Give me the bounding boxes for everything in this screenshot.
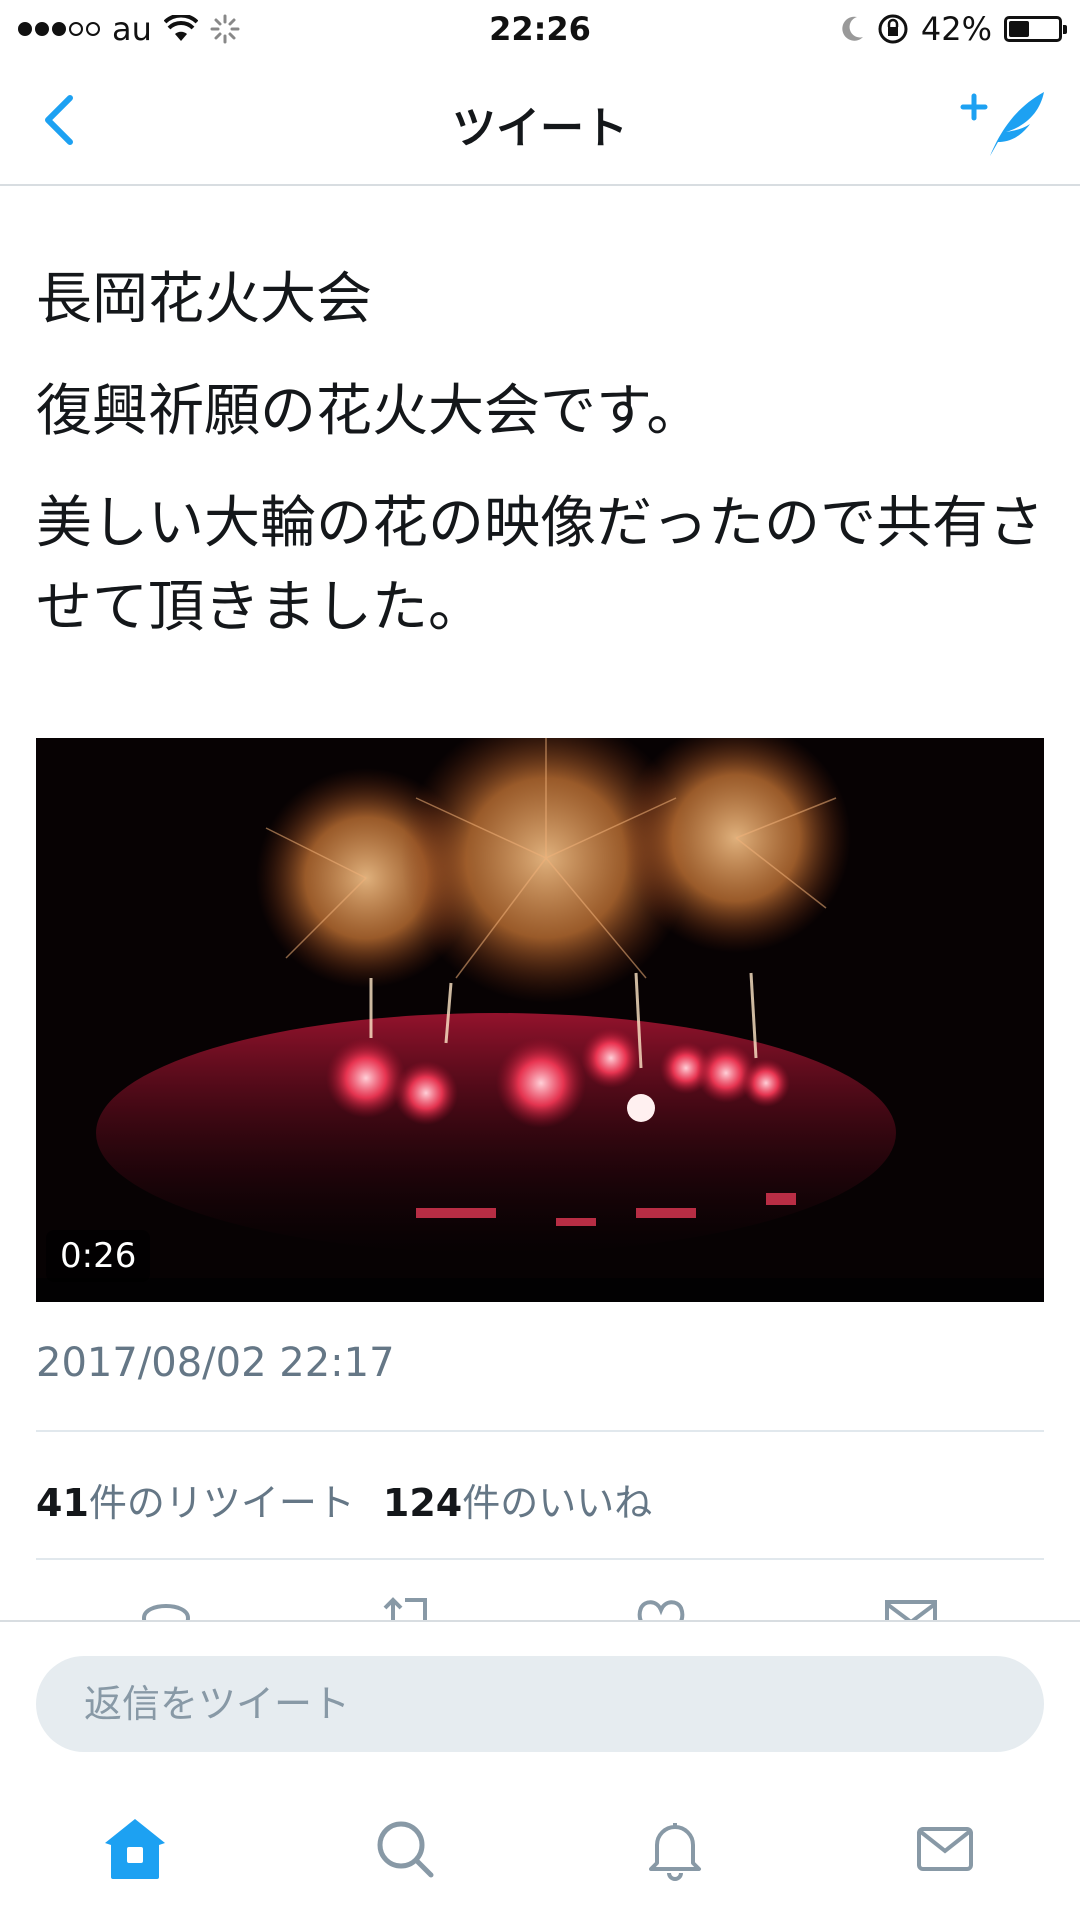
retweet-count: 41 bbox=[36, 1481, 89, 1525]
tab-bar bbox=[0, 1794, 1080, 1904]
tab-search[interactable] bbox=[345, 1799, 465, 1899]
battery-fill bbox=[1009, 21, 1030, 37]
like-count: 124 bbox=[382, 1481, 463, 1525]
home-icon bbox=[105, 1819, 165, 1879]
fireworks-video-frame bbox=[36, 738, 1044, 1302]
share-icon[interactable] bbox=[881, 1592, 941, 1620]
tab-messages[interactable] bbox=[885, 1799, 1005, 1899]
like-icon[interactable] bbox=[631, 1592, 691, 1620]
tweet-video[interactable]: 0:26 bbox=[36, 738, 1044, 1302]
tab-home[interactable] bbox=[75, 1799, 195, 1899]
compose-tweet-icon[interactable] bbox=[960, 82, 1050, 162]
divider bbox=[36, 1558, 1044, 1560]
like-label: 件のいいね bbox=[462, 1481, 653, 1525]
messages-icon bbox=[917, 1827, 973, 1871]
battery-icon bbox=[1004, 16, 1067, 42]
like-stat[interactable]: 124件のいいね bbox=[383, 1472, 652, 1527]
tweet-text: 長岡花火大会 復興祈願の花火大会です。 美しい大輪の花の映像だったので共有させて… bbox=[36, 258, 1046, 678]
reply-input[interactable] bbox=[36, 1656, 1044, 1752]
tweet-actions bbox=[36, 1592, 1044, 1620]
notifications-icon bbox=[649, 1823, 701, 1881]
tweet-line-2: 復興祈願の花火大会です。 bbox=[36, 379, 703, 444]
retweet-stat[interactable]: 41件のリツイート bbox=[36, 1472, 355, 1527]
search-icon bbox=[377, 1821, 434, 1878]
status-time: 22:26 bbox=[489, 10, 591, 48]
tab-notifications[interactable] bbox=[615, 1799, 735, 1899]
tweet-timestamp: 2017/08/02 22:17 bbox=[36, 1340, 395, 1386]
tweet-line-3: 美しい大輪の花の映像だったので共有させて頂きました。 bbox=[36, 491, 1044, 640]
page-title: ツイート bbox=[452, 103, 628, 154]
status-bar: au 22:26 42% bbox=[0, 0, 1080, 58]
navigation-bar: ツイート bbox=[0, 58, 1080, 186]
video-duration: 0:26 bbox=[46, 1230, 151, 1282]
reply-icon[interactable] bbox=[136, 1592, 196, 1620]
tweet-line-1: 長岡花火大会 bbox=[36, 267, 372, 332]
retweet-label: 件のリツイート bbox=[88, 1481, 355, 1525]
retweet-icon[interactable] bbox=[381, 1592, 441, 1620]
divider bbox=[36, 1430, 1044, 1432]
tweet-stats: 41件のリツイート 124件のいいね bbox=[36, 1472, 652, 1527]
